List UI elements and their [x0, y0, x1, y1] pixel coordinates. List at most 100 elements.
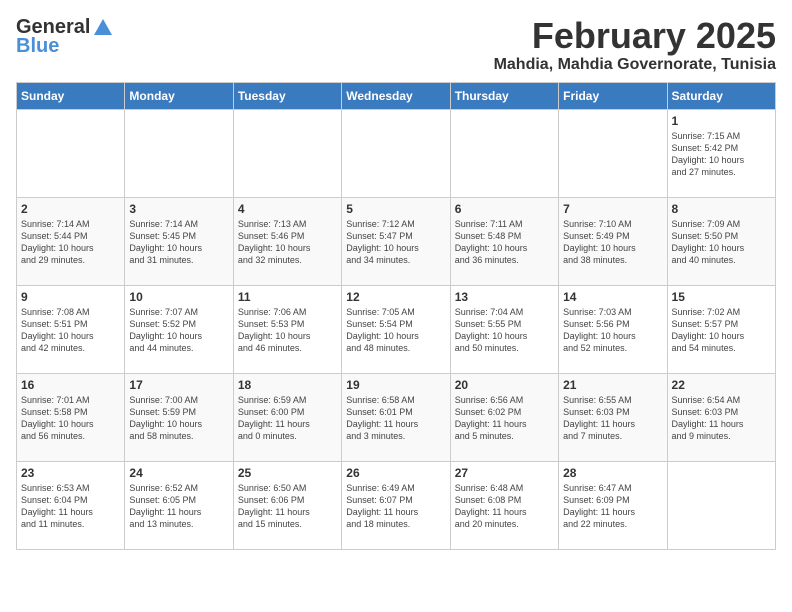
calendar-cell: 16 Sunrise: 7:01 AM Sunset: 5:58 PM Dayli…: [17, 373, 125, 461]
day-number: 24: [129, 466, 228, 480]
day-header: Thursday: [450, 82, 558, 109]
page-header: General Blue February 2025 Mahdia, Mahdi…: [16, 16, 776, 74]
day-header: Saturday: [667, 82, 775, 109]
day-number: 16: [21, 378, 120, 392]
calendar-cell: 24 Sunrise: 6:52 AM Sunset: 6:05 PM Dayli…: [125, 461, 233, 549]
calendar-cell: 21 Sunrise: 6:55 AM Sunset: 6:03 PM Dayli…: [559, 373, 667, 461]
day-info: Sunrise: 6:59 AM Sunset: 6:00 PM Dayligh…: [238, 394, 337, 443]
calendar-cell: 5Sunrise: 7:12 AM Sunset: 5:47 PM Daylig…: [342, 197, 450, 285]
day-number: 18: [238, 378, 337, 392]
day-number: 2: [21, 202, 120, 216]
day-info: Sunrise: 7:10 AM Sunset: 5:49 PM Dayligh…: [563, 218, 662, 267]
day-info: Sunrise: 7:07 AM Sunset: 5:52 PM Dayligh…: [129, 306, 228, 355]
day-info: Sunrise: 6:52 AM Sunset: 6:05 PM Dayligh…: [129, 482, 228, 531]
calendar-cell: 1 Sunrise: 7:15 AM Sunset: 5:42 PM Daylig…: [667, 109, 775, 197]
day-info: Sunrise: 7:03 AM Sunset: 5:56 PM Dayligh…: [563, 306, 662, 355]
month-title: February 2025: [494, 16, 776, 56]
day-header: Wednesday: [342, 82, 450, 109]
calendar-cell: 20 Sunrise: 6:56 AM Sunset: 6:02 PM Dayli…: [450, 373, 558, 461]
calendar-cell: 26 Sunrise: 6:49 AM Sunset: 6:07 PM Dayli…: [342, 461, 450, 549]
calendar-cell: 27 Sunrise: 6:48 AM Sunset: 6:08 PM Dayli…: [450, 461, 558, 549]
day-number: 7: [563, 202, 662, 216]
calendar-cell: [233, 109, 341, 197]
calendar-cell: 4 Sunrise: 7:13 AM Sunset: 5:46 PM Daylig…: [233, 197, 341, 285]
calendar-cell: 10 Sunrise: 7:07 AM Sunset: 5:52 PM Dayli…: [125, 285, 233, 373]
calendar-cell: 12 Sunrise: 7:05 AM Sunset: 5:54 PM Dayli…: [342, 285, 450, 373]
calendar-cell: 18 Sunrise: 6:59 AM Sunset: 6:00 PM Dayli…: [233, 373, 341, 461]
calendar-cell: [17, 109, 125, 197]
calendar-cell: 3 Sunrise: 7:14 AM Sunset: 5:45 PM Daylig…: [125, 197, 233, 285]
day-info: Sunrise: 7:02 AM Sunset: 5:57 PM Dayligh…: [672, 306, 771, 355]
calendar-cell: 9 Sunrise: 7:08 AM Sunset: 5:51 PM Daylig…: [17, 285, 125, 373]
day-info: Sunrise: 6:58 AM Sunset: 6:01 PM Dayligh…: [346, 394, 445, 443]
calendar-cell: 23 Sunrise: 6:53 AM Sunset: 6:04 PM Dayli…: [17, 461, 125, 549]
day-number: 25: [238, 466, 337, 480]
day-info: Sunrise: 6:53 AM Sunset: 6:04 PM Dayligh…: [21, 482, 120, 531]
day-info: Sunrise: 6:48 AM Sunset: 6:08 PM Dayligh…: [455, 482, 554, 531]
day-header: Sunday: [17, 82, 125, 109]
day-info: Sunrise: 7:14 AM Sunset: 5:44 PM Dayligh…: [21, 218, 120, 267]
calendar-cell: [667, 461, 775, 549]
calendar-cell: 2 Sunrise: 7:14 AM Sunset: 5:44 PM Daylig…: [17, 197, 125, 285]
calendar-cell: 7 Sunrise: 7:10 AM Sunset: 5:49 PM Daylig…: [559, 197, 667, 285]
day-info: Sunrise: 6:56 AM Sunset: 6:02 PM Dayligh…: [455, 394, 554, 443]
day-info: Sunrise: 7:09 AM Sunset: 5:50 PM Dayligh…: [672, 218, 771, 267]
day-info: Sunrise: 7:04 AM Sunset: 5:55 PM Dayligh…: [455, 306, 554, 355]
logo-icon: [92, 17, 114, 39]
calendar-cell: 28Sunrise: 6:47 AM Sunset: 6:09 PM Dayli…: [559, 461, 667, 549]
day-number: 15: [672, 290, 771, 304]
calendar-cell: 6 Sunrise: 7:11 AM Sunset: 5:48 PM Daylig…: [450, 197, 558, 285]
day-number: 20: [455, 378, 554, 392]
day-info: Sunrise: 7:05 AM Sunset: 5:54 PM Dayligh…: [346, 306, 445, 355]
day-info: Sunrise: 7:15 AM Sunset: 5:42 PM Dayligh…: [672, 130, 771, 179]
day-number: 22: [672, 378, 771, 392]
calendar-table: SundayMondayTuesdayWednesdayThursdayFrid…: [16, 82, 776, 550]
calendar-cell: 11 Sunrise: 7:06 AM Sunset: 5:53 PM Dayli…: [233, 285, 341, 373]
day-number: 6: [455, 202, 554, 216]
calendar-cell: 17Sunrise: 7:00 AM Sunset: 5:59 PM Dayli…: [125, 373, 233, 461]
day-number: 1: [672, 114, 771, 128]
day-number: 17: [129, 378, 228, 392]
day-info: Sunrise: 7:01 AM Sunset: 5:58 PM Dayligh…: [21, 394, 120, 443]
location-subtitle: Mahdia, Mahdia Governorate, Tunisia: [494, 56, 776, 74]
day-info: Sunrise: 6:49 AM Sunset: 6:07 PM Dayligh…: [346, 482, 445, 531]
day-number: 3: [129, 202, 228, 216]
day-number: 13: [455, 290, 554, 304]
calendar-cell: 14 Sunrise: 7:03 AM Sunset: 5:56 PM Dayli…: [559, 285, 667, 373]
day-info: Sunrise: 7:14 AM Sunset: 5:45 PM Dayligh…: [129, 218, 228, 267]
calendar-cell: 25 Sunrise: 6:50 AM Sunset: 6:06 PM Dayli…: [233, 461, 341, 549]
day-number: 8: [672, 202, 771, 216]
day-number: 12: [346, 290, 445, 304]
title-block: February 2025 Mahdia, Mahdia Governorate…: [494, 16, 776, 74]
day-info: Sunrise: 7:11 AM Sunset: 5:48 PM Dayligh…: [455, 218, 554, 267]
day-header: Monday: [125, 82, 233, 109]
calendar-cell: 13 Sunrise: 7:04 AM Sunset: 5:55 PM Dayli…: [450, 285, 558, 373]
day-number: 11: [238, 290, 337, 304]
calendar-cell: 19 Sunrise: 6:58 AM Sunset: 6:01 PM Dayli…: [342, 373, 450, 461]
logo-blue-text: Blue: [16, 35, 59, 58]
calendar-cell: [450, 109, 558, 197]
day-number: 5: [346, 202, 445, 216]
logo: General Blue: [16, 16, 114, 58]
calendar-cell: [342, 109, 450, 197]
day-number: 26: [346, 466, 445, 480]
calendar-cell: [125, 109, 233, 197]
day-header: Tuesday: [233, 82, 341, 109]
day-number: 14: [563, 290, 662, 304]
day-info: Sunrise: 6:47 AM Sunset: 6:09 PM Dayligh…: [563, 482, 662, 531]
day-number: 21: [563, 378, 662, 392]
day-number: 10: [129, 290, 228, 304]
day-info: Sunrise: 6:50 AM Sunset: 6:06 PM Dayligh…: [238, 482, 337, 531]
day-number: 27: [455, 466, 554, 480]
day-number: 9: [21, 290, 120, 304]
day-header: Friday: [559, 82, 667, 109]
day-number: 19: [346, 378, 445, 392]
day-info: Sunrise: 6:55 AM Sunset: 6:03 PM Dayligh…: [563, 394, 662, 443]
day-info: Sunrise: 7:08 AM Sunset: 5:51 PM Dayligh…: [21, 306, 120, 355]
day-number: 4: [238, 202, 337, 216]
day-info: Sunrise: 7:13 AM Sunset: 5:46 PM Dayligh…: [238, 218, 337, 267]
calendar-cell: 8 Sunrise: 7:09 AM Sunset: 5:50 PM Daylig…: [667, 197, 775, 285]
calendar-cell: 22Sunrise: 6:54 AM Sunset: 6:03 PM Dayli…: [667, 373, 775, 461]
day-number: 23: [21, 466, 120, 480]
day-info: Sunrise: 7:06 AM Sunset: 5:53 PM Dayligh…: [238, 306, 337, 355]
